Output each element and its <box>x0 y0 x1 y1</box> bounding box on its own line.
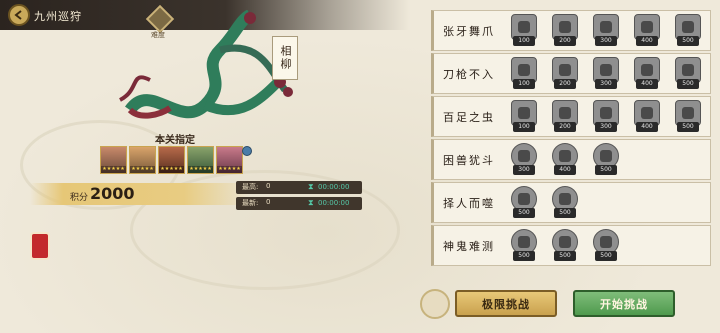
latest-time: 00:00:00 <box>318 199 350 207</box>
armor-icon[interactable]: 500 <box>675 57 701 91</box>
score-value: 2000 <box>90 184 135 203</box>
hero-stars: ★★★★★ <box>217 166 242 173</box>
heart-icon[interactable]: 100 <box>511 100 537 134</box>
star-icon[interactable]: 500 <box>552 186 578 220</box>
claw-icon[interactable]: 400 <box>634 14 660 48</box>
challenge-name: 百足之虫 <box>443 111 495 124</box>
hero-stars: ★★★★★ <box>130 166 155 173</box>
hero-card[interactable]: ★★★★★ <box>129 146 156 174</box>
limit-challenge-button[interactable]: 极限挑战 <box>455 290 557 317</box>
hero-list: ★★★★★ ★★★★★ ★★★★★ ★★★★★ ★★★★★ <box>100 146 245 176</box>
latest-value: 0 <box>266 198 271 206</box>
back-arrow-icon <box>14 10 22 20</box>
hourglass-icon: ⧗ <box>308 182 314 191</box>
challenge-name: 刀枪不入 <box>443 68 495 81</box>
assigned-banner: 本关指定 <box>100 131 250 146</box>
latest-stat: 最新: 0 ⧗ 00:00:00 <box>236 197 362 210</box>
challenge-row: 神鬼难测 500 500 500 <box>431 225 711 266</box>
assigned-banner-text: 本关指定 <box>155 135 195 146</box>
spiked-icon[interactable]: 500 <box>511 186 537 220</box>
shield-icon[interactable]: 500 <box>593 229 619 263</box>
best-stat: 最高: 0 ⧗ 00:00:00 <box>236 181 362 194</box>
armor-icon[interactable]: 200 <box>552 57 578 91</box>
claw-icon[interactable]: 100 <box>511 14 537 48</box>
chalice-icon[interactable]: 500 <box>552 229 578 263</box>
challenge-name: 择人而噬 <box>443 197 495 210</box>
sword-icon[interactable]: 300 <box>511 143 537 177</box>
challenge-row: 张牙舞爪 100 200 300 400 500 <box>431 10 711 51</box>
challenge-row: 择人而噬 500 500 <box>431 182 711 223</box>
armor-icon[interactable]: 100 <box>511 57 537 91</box>
heart-icon[interactable]: 500 <box>675 100 701 134</box>
claw-icon[interactable]: 200 <box>552 14 578 48</box>
heart-icon[interactable]: 400 <box>634 100 660 134</box>
score-bar <box>30 183 250 205</box>
best-label: 最高: <box>242 183 259 191</box>
best-value: 0 <box>266 182 271 190</box>
hero-card[interactable]: ★★★★★ <box>216 146 243 174</box>
challenge-name: 张牙舞爪 <box>443 25 495 38</box>
hourglass-icon: ⧗ <box>308 198 314 207</box>
hero-stars: ★★★★★ <box>101 166 126 173</box>
score-label: 积分 <box>70 193 89 203</box>
hero-card[interactable]: ★★★★★ <box>100 146 127 174</box>
orb-icon[interactable]: 500 <box>593 143 619 177</box>
claw-icon[interactable]: 300 <box>593 14 619 48</box>
start-challenge-button[interactable]: 开始挑战 <box>573 290 675 317</box>
hero-card[interactable]: ★★★★★ <box>158 146 185 174</box>
axe-icon[interactable]: 500 <box>511 229 537 263</box>
heart-icon[interactable]: 300 <box>593 100 619 134</box>
heart-icon[interactable]: 200 <box>552 100 578 134</box>
claw-icon[interactable]: 500 <box>675 14 701 48</box>
armor-icon[interactable]: 400 <box>634 57 660 91</box>
challenge-row: 困兽犹斗 300 400 500 <box>431 139 711 180</box>
challenge-name: 神鬼难测 <box>443 240 495 253</box>
companion-icon[interactable] <box>420 289 450 319</box>
character-avatar[interactable] <box>30 232 50 260</box>
hero-card[interactable]: ★★★★★ <box>187 146 214 174</box>
hero-stars: ★★★★★ <box>188 166 213 173</box>
armor-icon[interactable]: 300 <box>593 57 619 91</box>
hero-stars: ★★★★★ <box>159 166 184 173</box>
challenge-row: 百足之虫 100 200 300 400 500 <box>431 96 711 137</box>
page-title: 九州巡狩 <box>34 10 82 23</box>
back-button[interactable] <box>8 4 30 26</box>
challenge-name: 困兽犹斗 <box>443 154 495 167</box>
challenge-row: 刀枪不入 100 200 300 400 500 <box>431 53 711 94</box>
scroll-icon[interactable]: 400 <box>552 143 578 177</box>
latest-label: 最新: <box>242 199 259 207</box>
best-time: 00:00:00 <box>318 183 350 191</box>
boss-name-tag: 相柳 <box>272 36 298 80</box>
info-icon[interactable] <box>242 146 252 156</box>
